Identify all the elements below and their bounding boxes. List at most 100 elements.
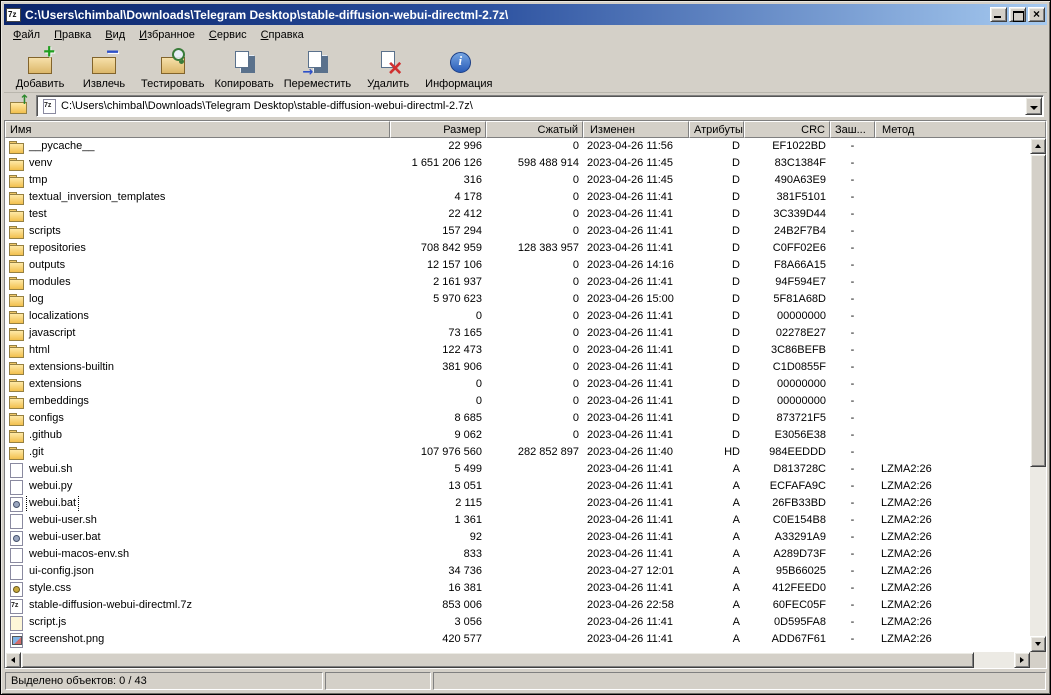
toolbar-button-test[interactable]: Тестировать: [136, 47, 210, 91]
file-crc: 60FEC05F: [772, 599, 826, 611]
file-modified: 2023-04-26 11:41: [587, 616, 674, 628]
column-header-crc[interactable]: CRC: [744, 121, 830, 138]
list-row-github[interactable]: .github 9 062 0 2023-04-26 11:41 D E3056…: [5, 427, 1030, 444]
file-compressed-size: 0: [572, 259, 579, 271]
file-size: 4 178: [454, 191, 482, 203]
list-row-webui-user-bat[interactable]: webui-user.bat 92 2023-04-26 11:41 A A33…: [5, 529, 1030, 546]
scroll-up-icon[interactable]: [1030, 138, 1046, 154]
list-row-html[interactable]: html 122 473 0 2023-04-26 11:41 D 3C86BE…: [5, 342, 1030, 359]
list-row-screenshot-png[interactable]: screenshot.png 420 577 2023-04-26 11:41 …: [5, 631, 1030, 648]
file-crc: D813728C: [773, 463, 826, 475]
title-bar[interactable]: C:\Users\chimbal\Downloads\Telegram Desk…: [4, 4, 1047, 25]
column-header-size[interactable]: Размер: [390, 121, 486, 138]
app-icon: [6, 7, 21, 22]
toolbar-button-info[interactable]: Информация: [420, 47, 497, 91]
list-row-scripts[interactable]: scripts 157 294 0 2023-04-26 11:41 D 24B…: [5, 223, 1030, 240]
menu-item-file[interactable]: Файл: [6, 27, 47, 44]
maximize-icon[interactable]: [1009, 7, 1026, 22]
vertical-scroll-thumb[interactable]: [1030, 154, 1046, 468]
column-header-compressed[interactable]: Сжатый: [486, 121, 583, 138]
list-row-webui-sh[interactable]: webui.sh 5 499 2023-04-26 11:41 A D81372…: [5, 461, 1030, 478]
scroll-down-icon[interactable]: [1030, 636, 1046, 652]
file-compressed-size: [486, 614, 583, 631]
list-row-outputs[interactable]: outputs 12 157 106 0 2023-04-26 14:16 D …: [5, 257, 1030, 274]
list-row-extensions-builtin[interactable]: extensions-builtin 381 906 0 2023-04-26 …: [5, 359, 1030, 376]
list-row-pycache[interactable]: __pycache__ 22 996 0 2023-04-26 11:56 D …: [5, 138, 1030, 155]
column-header-modified[interactable]: Изменен: [583, 121, 689, 138]
file-method: [875, 342, 1030, 359]
file-modified: 2023-04-26 11:41: [587, 395, 674, 407]
file-modified: 2023-04-26 11:41: [587, 378, 674, 390]
column-header-method[interactable]: Метод: [875, 121, 1046, 138]
chevron-down-icon[interactable]: [1025, 97, 1042, 115]
file-compressed-size: 0: [572, 208, 579, 220]
toolbar-button-copy[interactable]: Копировать: [210, 47, 279, 91]
horizontal-scroll-thumb[interactable]: [21, 652, 975, 668]
list-row-tmp[interactable]: tmp 316 0 2023-04-26 11:45 D 490A63E9 -: [5, 172, 1030, 189]
toolbar-icon-add: [24, 41, 56, 77]
name-cell: webui.sh: [5, 461, 390, 478]
list-row-venv[interactable]: venv 1 651 206 126 598 488 914 2023-04-2…: [5, 155, 1030, 172]
file-method: [875, 359, 1030, 376]
file-crc: A33291A9: [774, 531, 826, 543]
list-row-ui-config-json[interactable]: ui-config.json 34 736 2023-04-27 12:01 A…: [5, 563, 1030, 580]
minimize-icon[interactable]: [990, 7, 1007, 22]
vertical-scroll-track[interactable]: [1030, 154, 1046, 636]
list-row-style-css[interactable]: style.css 16 381 2023-04-26 11:41 A 412F…: [5, 580, 1030, 597]
toolbar-button-extract[interactable]: Извлечь: [72, 39, 136, 91]
file-modified: 2023-04-26 11:41: [587, 633, 674, 645]
list-row-webui-bat[interactable]: webui.bat 2 115 2023-04-26 11:41 A 26FB3…: [5, 495, 1030, 512]
name-cell: textual_inversion_templates: [5, 189, 390, 206]
file-name: extensions: [29, 378, 82, 390]
column-header-name[interactable]: Имя: [5, 121, 390, 138]
menu-item-favorites[interactable]: Избранное: [132, 27, 202, 44]
list-row-script-js[interactable]: script.js 3 056 2023-04-26 11:41 A 0D595…: [5, 614, 1030, 631]
menu-item-help[interactable]: Справка: [254, 27, 311, 44]
scroll-right-icon[interactable]: [1014, 652, 1030, 668]
file-name: webui.sh: [29, 463, 73, 475]
toolbar-button-delete[interactable]: Удалить: [356, 47, 420, 91]
list-row-log[interactable]: log 5 970 623 0 2023-04-26 15:00 D 5F81A…: [5, 291, 1030, 308]
list-row-webui-py[interactable]: webui.py 13 051 2023-04-26 11:41 A ECFAF…: [5, 478, 1030, 495]
column-header-attributes[interactable]: Атрибуты: [689, 121, 744, 138]
toolbar-button-add[interactable]: Добавить: [8, 41, 72, 91]
file-method: LZMA2:26: [881, 565, 932, 577]
list-row-extensions[interactable]: extensions 0 0 2023-04-26 11:41 D 000000…: [5, 376, 1030, 393]
vertical-scrollbar[interactable]: [1030, 138, 1046, 652]
list-row-test[interactable]: test 22 412 0 2023-04-26 11:41 D 3C339D4…: [5, 206, 1030, 223]
close-icon[interactable]: [1028, 7, 1045, 22]
scroll-left-icon[interactable]: [5, 652, 21, 668]
horizontal-scroll-track[interactable]: [21, 652, 1014, 668]
list-row-stable-diffusion-webui-directml-7z[interactable]: stable-diffusion-webui-directml.7z 853 0…: [5, 597, 1030, 614]
list-row-git[interactable]: .git 107 976 560 282 852 897 2023-04-26 …: [5, 444, 1030, 461]
list-row-javascript[interactable]: javascript 73 165 0 2023-04-26 11:41 D 0…: [5, 325, 1030, 342]
file-size: 8 685: [454, 412, 482, 424]
list-row-modules[interactable]: modules 2 161 937 0 2023-04-26 11:41 D 9…: [5, 274, 1030, 291]
file-name: scripts: [29, 225, 61, 237]
list-row-localizations[interactable]: localizations 0 0 2023-04-26 11:41 D 000…: [5, 308, 1030, 325]
list-row-repositories[interactable]: repositories 708 842 959 128 383 957 202…: [5, 240, 1030, 257]
file-icon: [8, 429, 24, 443]
horizontal-scrollbar[interactable]: [5, 652, 1030, 668]
name-cell: modules: [5, 274, 390, 291]
file-crc: C1D0855F: [772, 361, 826, 373]
file-encrypted: -: [850, 395, 855, 407]
file-crc: 00000000: [777, 378, 826, 390]
list-row-embeddings[interactable]: embeddings 0 0 2023-04-26 11:41 D 000000…: [5, 393, 1030, 410]
file-attributes: A: [732, 633, 740, 645]
list-row-configs[interactable]: configs 8 685 0 2023-04-26 11:41 D 87372…: [5, 410, 1030, 427]
file-name: modules: [29, 276, 71, 288]
list-row-webui-user-sh[interactable]: webui-user.sh 1 361 2023-04-26 11:41 A C…: [5, 512, 1030, 529]
file-crc: F8A66A15: [774, 259, 826, 271]
menu-item-tools[interactable]: Сервис: [202, 27, 254, 44]
list-row-webui-macos-env-sh[interactable]: webui-macos-env.sh 833 2023-04-26 11:41 …: [5, 546, 1030, 563]
file-method: LZMA2:26: [881, 531, 932, 543]
up-folder-icon[interactable]: [7, 93, 31, 117]
toolbar-button-move[interactable]: Переместить: [279, 47, 356, 91]
file-crc: 5F81A68D: [773, 293, 826, 305]
toolbar-icon-info: [443, 48, 475, 77]
address-combobox[interactable]: C:\Users\chimbal\Downloads\Telegram Desk…: [36, 95, 1044, 117]
column-header-encrypted[interactable]: Заш...: [830, 121, 875, 138]
file-icon: [8, 496, 24, 512]
list-row-textual-inversion-templates[interactable]: textual_inversion_templates 4 178 0 2023…: [5, 189, 1030, 206]
